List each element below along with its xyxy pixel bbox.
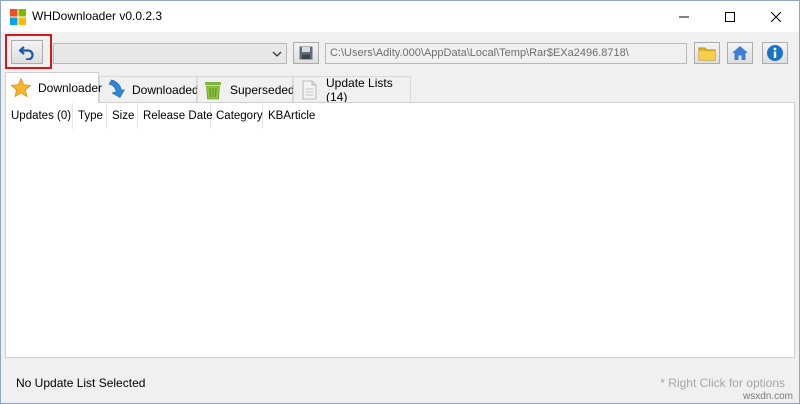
status-hint: * Right Click for options xyxy=(660,376,785,390)
status-bar: No Update List Selected * Right Click fo… xyxy=(1,369,799,399)
browse-folder-button[interactable] xyxy=(694,42,720,64)
home-button[interactable] xyxy=(727,42,753,64)
status-text: No Update List Selected xyxy=(16,376,146,390)
folder-icon xyxy=(698,47,716,61)
close-icon xyxy=(771,11,781,22)
column-header-type[interactable]: Type xyxy=(73,103,107,129)
tab-update-lists[interactable]: Update Lists (14) xyxy=(293,75,411,104)
tab-label: Update Lists (14) xyxy=(326,75,393,104)
star-icon xyxy=(10,77,32,99)
title-bar[interactable]: WHDownloader v0.0.2.3 xyxy=(1,1,799,32)
download-path-field[interactable]: C:\Users\Adity.000\AppData\Local\Temp\Ra… xyxy=(325,43,687,64)
minimize-button[interactable] xyxy=(661,1,707,32)
info-icon xyxy=(767,45,783,61)
trash-icon xyxy=(202,79,224,101)
column-header-category[interactable]: Category xyxy=(211,103,263,129)
tab-strip: Downloader Downloaded Superseded Update … xyxy=(1,72,799,104)
app-window: WHDownloader v0.0.2.3 C:\Users\Adity.000… xyxy=(0,0,800,404)
minimize-icon xyxy=(679,16,689,17)
tab-label: Downloader xyxy=(38,81,103,95)
close-button[interactable] xyxy=(753,1,799,32)
document-icon xyxy=(298,79,320,101)
column-header-size[interactable]: Size xyxy=(107,103,138,129)
tab-downloader[interactable]: Downloader xyxy=(5,72,103,103)
update-list-dropdown[interactable] xyxy=(53,43,287,64)
tab-label: Superseded xyxy=(230,82,295,97)
maximize-icon xyxy=(725,11,735,22)
save-button[interactable] xyxy=(293,42,319,64)
tab-label: Downloaded xyxy=(132,82,199,97)
watermark: wsxdn.com xyxy=(742,391,793,402)
chevron-down-icon xyxy=(272,51,282,57)
column-header-release-date[interactable]: Release Date xyxy=(138,103,213,129)
maximize-button[interactable] xyxy=(707,1,753,32)
undo-icon xyxy=(18,46,34,60)
download-arrow-icon xyxy=(104,79,126,101)
column-header-updates[interactable]: Updates (0) xyxy=(6,103,73,129)
home-icon xyxy=(732,46,748,60)
tab-superseded[interactable]: Superseded xyxy=(197,76,295,102)
column-headers: Updates (0) Type Size Release Date Categ… xyxy=(6,103,323,129)
toolbar: C:\Users\Adity.000\AppData\Local\Temp\Ra… xyxy=(1,32,799,72)
save-icon xyxy=(299,46,313,60)
window-title: WHDownloader v0.0.2.3 xyxy=(32,9,163,23)
undo-button[interactable] xyxy=(11,40,43,64)
updates-list[interactable]: Updates (0) Type Size Release Date Categ… xyxy=(5,102,795,358)
column-header-kbarticle[interactable]: KBArticle xyxy=(263,103,323,129)
windows-logo-icon xyxy=(10,9,26,25)
tab-downloaded[interactable]: Downloaded xyxy=(99,76,199,102)
info-button[interactable] xyxy=(762,42,788,64)
